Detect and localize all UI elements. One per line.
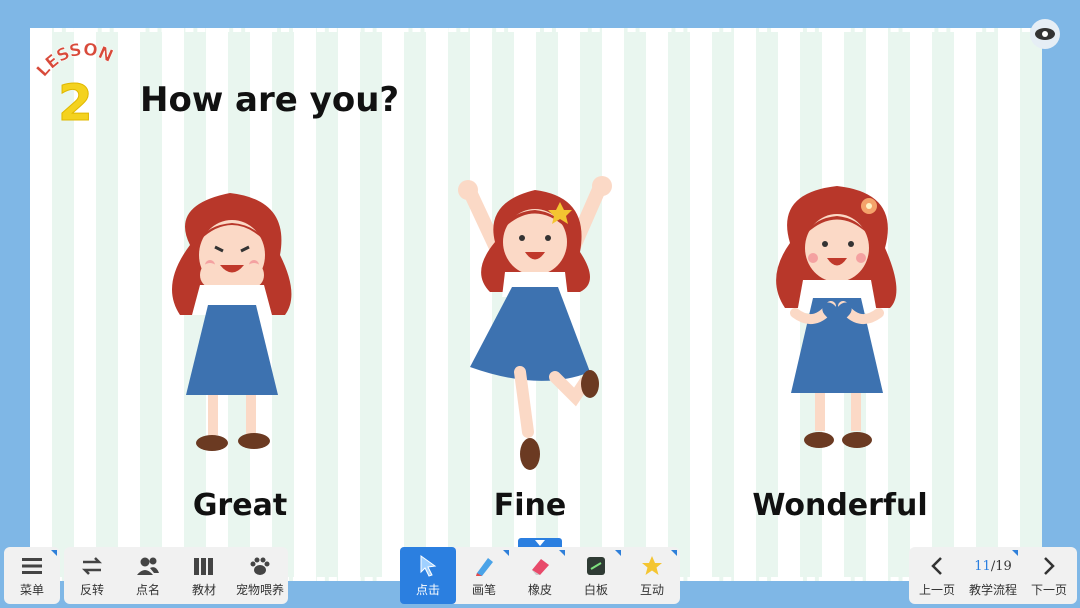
interactive-tool-label: 互动 xyxy=(639,583,664,597)
roll-call-label: 点名 xyxy=(135,583,160,597)
toolbar-left: 菜单 xyxy=(4,547,60,604)
books-icon xyxy=(192,555,216,577)
svg-text:2: 2 xyxy=(58,74,93,130)
eraser-icon xyxy=(528,555,552,577)
page-title: How are you? xyxy=(140,80,400,120)
pen-tool-label: 画笔 xyxy=(471,583,496,597)
roll-call-button[interactable]: 点名 xyxy=(120,547,176,604)
page-current: 11 xyxy=(974,558,991,574)
click-tool-label: 点击 xyxy=(415,583,440,597)
teaching-flow-button[interactable]: 11/19 教学流程 xyxy=(965,547,1021,604)
star-icon xyxy=(640,555,664,577)
chevron-right-icon xyxy=(1037,555,1061,577)
card-label-great: Great xyxy=(192,488,288,523)
flip-button[interactable]: 反转 xyxy=(64,547,120,604)
whiteboard-tool-label: 白板 xyxy=(583,583,608,597)
eye-toggle-button[interactable] xyxy=(1030,19,1060,49)
pen-icon xyxy=(472,555,496,577)
page-total: /19 xyxy=(990,558,1012,574)
page-counter: 11/19 xyxy=(974,555,1011,577)
corner-marker xyxy=(1012,550,1018,556)
whiteboard-tool-button[interactable]: 白板 xyxy=(568,547,624,604)
menu-label: 菜单 xyxy=(19,583,44,597)
textbook-label: 教材 xyxy=(191,583,216,597)
corner-marker xyxy=(503,550,509,556)
next-page-label: 下一页 xyxy=(1030,583,1067,597)
pet-feeding-label: 宠物喂养 xyxy=(235,583,284,597)
pen-tool-button[interactable]: 画笔 xyxy=(456,547,512,604)
flip-label: 反转 xyxy=(79,583,104,597)
corner-marker xyxy=(559,550,565,556)
chevron-left-icon xyxy=(925,555,949,577)
card-label-fine: Fine xyxy=(493,488,567,523)
card-label-wonderful: Wonderful xyxy=(752,488,928,523)
prev-page-label: 上一页 xyxy=(918,583,955,597)
next-page-button[interactable]: 下一页 xyxy=(1021,547,1077,604)
click-tool-button[interactable]: 点击 xyxy=(400,547,456,604)
paw-icon xyxy=(248,555,272,577)
textbook-button[interactable]: 教材 xyxy=(176,547,232,604)
pet-feeding-button[interactable]: 宠物喂养 xyxy=(232,547,288,604)
chevron-down-icon xyxy=(535,540,545,546)
swap-icon xyxy=(80,555,104,577)
girl-wonderful-illustration xyxy=(776,186,897,448)
girl-great-illustration xyxy=(172,193,292,451)
toolbar-right: 上一页 11/19 教学流程 下一页 xyxy=(909,547,1077,604)
girl-fine-illustration xyxy=(458,176,612,470)
interactive-tool-button[interactable]: 互动 xyxy=(624,547,680,604)
whiteboard-icon xyxy=(584,555,608,577)
cursor-icon xyxy=(416,555,440,577)
eraser-tool-label: 橡皮 xyxy=(527,583,552,597)
toolbar-left-group: 反转 点名 教材 宠物喂养 xyxy=(64,547,288,604)
eraser-tool-button[interactable]: 橡皮 xyxy=(512,547,568,604)
corner-marker xyxy=(51,550,57,556)
users-icon xyxy=(136,555,160,577)
corner-marker xyxy=(671,550,677,556)
corner-marker xyxy=(615,550,621,556)
eye-icon xyxy=(1035,28,1055,40)
menu-icon xyxy=(20,555,44,577)
prev-page-button[interactable]: 上一页 xyxy=(909,547,965,604)
toolbar-center: 点击 画笔 橡皮 白板 互动 xyxy=(400,547,680,604)
teaching-flow-label: 教学流程 xyxy=(968,583,1017,597)
menu-button[interactable]: 菜单 xyxy=(4,547,60,604)
lesson-badge: LESSON 2 xyxy=(36,40,116,130)
